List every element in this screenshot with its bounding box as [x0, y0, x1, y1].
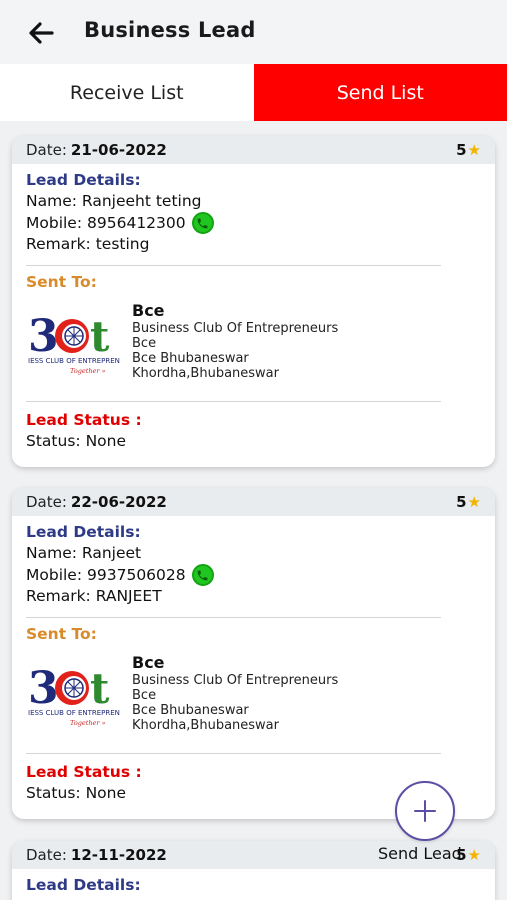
sender-org: Business Club Of Entrepreneurs — [132, 321, 339, 336]
lead-card[interactable]: Date: 21-06-2022 5 ★ Lead Details: Name:… — [12, 136, 495, 467]
lead-remark: testing — [95, 235, 150, 253]
plus-icon — [414, 800, 436, 822]
sender-org: Business Club Of Entrepreneurs — [132, 673, 339, 688]
svg-text:IESS CLUB OF ENTREPREN: IESS CLUB OF ENTREPREN — [28, 709, 120, 717]
name-label: Name: — [26, 544, 77, 562]
sender-location: Khordha,Bhubaneswar — [132, 718, 279, 733]
lead-remark: RANJEET — [95, 587, 162, 605]
lead-name-row: Name: Ranjeet — [26, 543, 481, 564]
svg-text:t: t — [90, 312, 110, 361]
sender-code: Bce — [132, 336, 157, 351]
lead-status: None — [85, 432, 127, 450]
app-bar: Business Lead — [0, 0, 507, 64]
lead-mobile: 9937506028 — [87, 565, 186, 584]
sender-code: Bce — [132, 688, 157, 703]
lead-mobile: 8956412300 — [87, 213, 186, 232]
phone-icon[interactable] — [191, 212, 214, 234]
page-title: Business Lead — [84, 18, 256, 42]
arrow-left-icon[interactable] — [26, 18, 56, 48]
lead-details-heading: Lead Details: — [26, 523, 141, 541]
svg-text:3: 3 — [28, 663, 59, 714]
lead-mobile-row: Mobile: 8956412300 — [26, 212, 481, 234]
phone-icon[interactable] — [191, 564, 214, 586]
sent-to-heading: Sent To: — [26, 625, 97, 643]
lead-mobile-row: Mobile: 9937506028 — [26, 564, 481, 586]
send-lead-label[interactable]: Send Lead — [378, 844, 462, 863]
send-lead-button[interactable] — [395, 781, 455, 841]
lead-status-heading: Lead Status : — [26, 411, 142, 429]
lead-date: 12-11-2022 — [70, 846, 167, 864]
lead-card[interactable]: Date: 22-06-2022 5 ★ Lead Details: Name:… — [12, 488, 495, 819]
remark-label: Remark: — [26, 587, 91, 605]
lead-name: Ranjeet — [81, 544, 142, 562]
bce-logo: 3 t IESS CLUB OF ENTREPREN Together » — [26, 659, 124, 735]
lead-status-row: Status: None — [26, 431, 481, 452]
lead-details-heading: Lead Details: — [26, 171, 141, 189]
rating-value: 5 — [456, 493, 467, 511]
divider — [26, 401, 441, 402]
svg-text:Together »: Together » — [70, 367, 106, 375]
sender-chapter: Bce Bhubaneswar — [132, 703, 249, 718]
mobile-label: Mobile: — [26, 213, 83, 232]
remark-label: Remark: — [26, 235, 91, 253]
sender-name: Bce — [132, 653, 165, 672]
lead-name: Ranjeeht teting — [81, 192, 202, 210]
sender-name: Bce — [132, 301, 165, 320]
svg-text:IESS CLUB OF ENTREPREN: IESS CLUB OF ENTREPREN — [28, 357, 120, 365]
star-icon: ★ — [467, 493, 481, 511]
lead-status: None — [85, 784, 127, 802]
star-icon: ★ — [467, 846, 481, 864]
rating-value: 5 — [456, 141, 467, 159]
lead-status-heading: Lead Status : — [26, 763, 142, 781]
status-label: Status: — [26, 784, 81, 802]
sender-location: Khordha,Bhubaneswar — [132, 366, 279, 381]
tab-bar: Receive List Send List — [0, 64, 507, 121]
lead-date: 21-06-2022 — [70, 141, 167, 159]
svg-text:t: t — [90, 664, 110, 713]
name-label: Name: — [26, 192, 77, 210]
rating: 5 ★ — [456, 493, 481, 511]
svg-text:3: 3 — [28, 311, 59, 362]
divider — [26, 265, 441, 266]
rating: 5 ★ — [456, 141, 481, 159]
card-header: Date: 21-06-2022 5 ★ — [12, 136, 495, 164]
card-header: Date: 22-06-2022 5 ★ — [12, 488, 495, 516]
sender-block: 3 t IESS CLUB OF ENTREPREN Together » Bc… — [26, 301, 481, 401]
lead-remark-row: Remark: RANJEET — [26, 586, 481, 607]
tab-send-list[interactable]: Send List — [253, 64, 507, 121]
svg-text:Together »: Together » — [70, 719, 106, 727]
sent-to-heading: Sent To: — [26, 273, 97, 291]
date-label: Date: — [26, 846, 67, 864]
date-label: Date: — [26, 493, 67, 511]
divider — [26, 617, 441, 618]
mobile-label: Mobile: — [26, 565, 83, 584]
star-icon: ★ — [467, 141, 481, 159]
bce-logo: 3 t IESS CLUB OF ENTREPREN Together » — [26, 307, 124, 383]
tab-receive-list[interactable]: Receive List — [0, 64, 254, 121]
divider — [26, 753, 441, 754]
sender-chapter: Bce Bhubaneswar — [132, 351, 249, 366]
sender-block: 3 t IESS CLUB OF ENTREPREN Together » Bc… — [26, 653, 481, 753]
status-label: Status: — [26, 432, 81, 450]
date-label: Date: — [26, 141, 67, 159]
lead-date: 22-06-2022 — [70, 493, 167, 511]
lead-remark-row: Remark: testing — [26, 234, 481, 255]
lead-details-heading: Lead Details: — [26, 876, 141, 894]
lead-name-row: Name: Ranjeeht teting — [26, 191, 481, 212]
